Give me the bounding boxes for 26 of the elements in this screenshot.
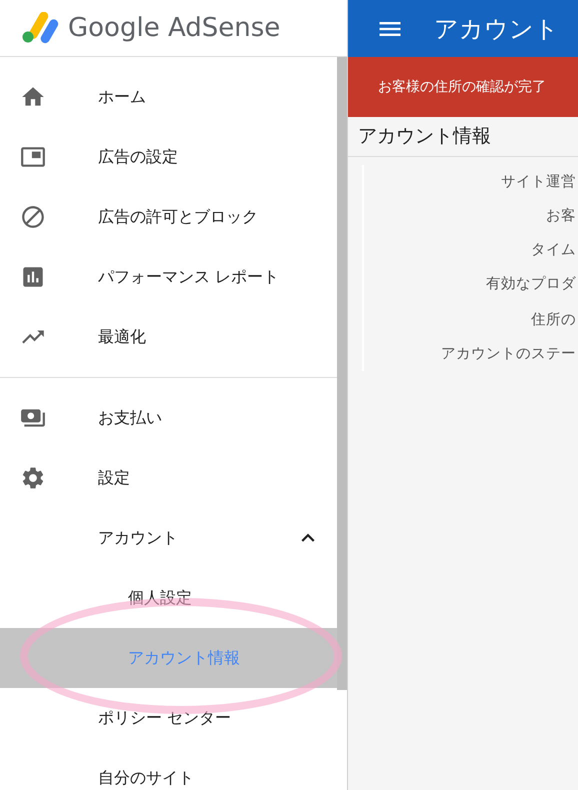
sidebar-item-label: 個人設定 [128, 587, 192, 609]
sidebar-item-label: パフォーマンス レポート [98, 266, 280, 288]
sidebar-item-label: 最適化 [98, 326, 146, 348]
scrollbar-thumb[interactable] [337, 57, 347, 690]
sidebar-item-label: アカウント [98, 527, 178, 549]
page-title: アカウント [434, 14, 559, 44]
settings-icon [20, 465, 46, 491]
field-label: 住所の [531, 311, 576, 330]
sidebar-item-label: 広告の設定 [98, 146, 178, 168]
field-label: タイム [531, 241, 576, 260]
sidebar-item-label: アカウント情報 [128, 647, 240, 669]
block-icon [20, 204, 46, 230]
field-label: サイト運営 [501, 173, 576, 192]
field-label: お客 [546, 206, 576, 226]
field-label: アカウントのステー [441, 345, 576, 364]
logo-text: Google AdSense [68, 12, 280, 44]
logo-icon [20, 12, 60, 44]
sidebar-item-label: ホーム [98, 86, 146, 108]
field-label: 有効なプロダ [486, 274, 576, 294]
sidebar-item-label: 広告の許可とブロック [98, 206, 258, 228]
sidebar-item-label: 設定 [98, 467, 130, 489]
section-heading: アカウント情報 [358, 124, 491, 150]
sidebar-item-label: 自分のサイト [98, 767, 194, 789]
sidebar-item-label: お支払い [98, 407, 162, 429]
alert-text: お客様の住所の確認が完了 [378, 78, 546, 96]
sidebar-item-label: ポリシー センター [98, 707, 232, 729]
